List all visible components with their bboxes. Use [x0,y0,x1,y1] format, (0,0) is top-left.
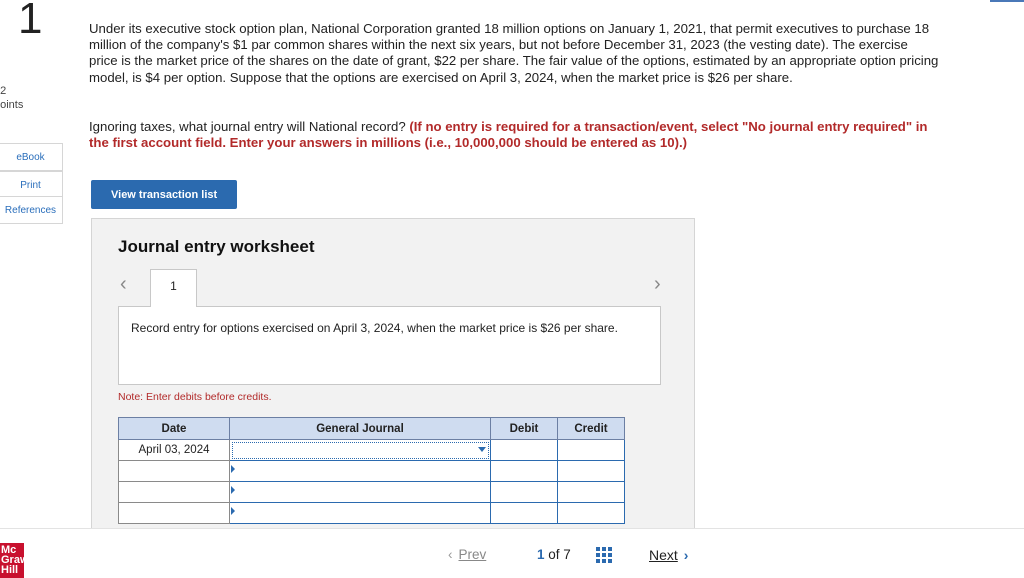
account-select[interactable] [229,439,491,461]
question-number: 1 [18,0,43,43]
general-journal-header: General Journal [229,417,491,440]
print-button[interactable]: Print [0,171,63,199]
indent-marker-icon [231,465,235,473]
indent-marker-icon [231,507,235,515]
view-transaction-list-button[interactable]: View transaction list [91,180,237,209]
entry-description-box: Record entry for options exercised on Ap… [118,306,661,385]
prev-label: Prev [458,547,487,562]
question-prompt: Under its executive stock option plan, N… [89,21,939,85]
credit-input[interactable] [557,502,625,524]
top-scroll-indicator [990,0,1024,2]
table-row [118,502,625,524]
debit-credit-note: Note: Enter debits before credits. [118,391,272,403]
account-select[interactable] [229,481,491,503]
logo-line: Hill [1,564,19,576]
credit-input[interactable] [557,460,625,482]
next-label: Next [649,547,678,563]
page-indicator: 1 of 7 [537,547,571,562]
date-cell: April 03, 2024 [118,439,230,461]
account-select[interactable] [229,460,491,482]
points-label: points [0,99,24,111]
debit-header: Debit [490,417,558,440]
dropdown-arrow-icon [478,447,486,452]
table-row [118,460,625,482]
credit-input[interactable] [557,481,625,503]
date-header: Date [118,417,230,440]
worksheet-tab-1[interactable]: 1 [150,269,197,307]
indent-marker-icon [231,486,235,494]
account-select[interactable] [229,502,491,524]
points-value: 12 [0,85,7,97]
table-row [118,481,625,503]
debit-input[interactable] [490,502,558,524]
debit-input[interactable] [490,439,558,461]
references-button[interactable]: References [0,196,63,224]
date-cell [118,481,230,503]
debit-input[interactable] [490,460,558,482]
debit-input[interactable] [490,481,558,503]
page-total: of 7 [548,547,571,562]
instruction-text: Ignoring taxes, what journal entry will … [89,119,410,134]
entry-description: Record entry for options exercised on Ap… [131,321,618,335]
next-button[interactable]: Next › [649,547,688,563]
date-cell [118,502,230,524]
chevron-left-icon[interactable]: ‹ [120,273,127,296]
ebook-button[interactable]: eBook [0,143,63,171]
journal-table: Date General Journal Debit Credit April … [118,417,625,524]
worksheet-title: Journal entry worksheet [118,237,315,256]
page-current: 1 [537,547,545,562]
points-display: 12 points [0,84,23,112]
footer-bar [0,528,1024,578]
table-row: April 03, 2024 [118,439,625,461]
question-instruction: Ignoring taxes, what journal entry will … [89,119,939,151]
mcgraw-hill-logo: Mc Graw Hill [0,543,24,578]
prev-button[interactable]: ‹ Prev [448,547,486,562]
chevron-right-icon: › [683,547,689,563]
chevron-left-icon: ‹ [448,547,453,562]
credit-input[interactable] [557,439,625,461]
grid-icon[interactable] [596,547,612,563]
credit-header: Credit [557,417,625,440]
journal-entry-worksheet: Journal entry worksheet ‹ 1 › Record ent… [91,218,695,528]
chevron-right-icon[interactable]: › [654,273,661,296]
date-cell [118,460,230,482]
